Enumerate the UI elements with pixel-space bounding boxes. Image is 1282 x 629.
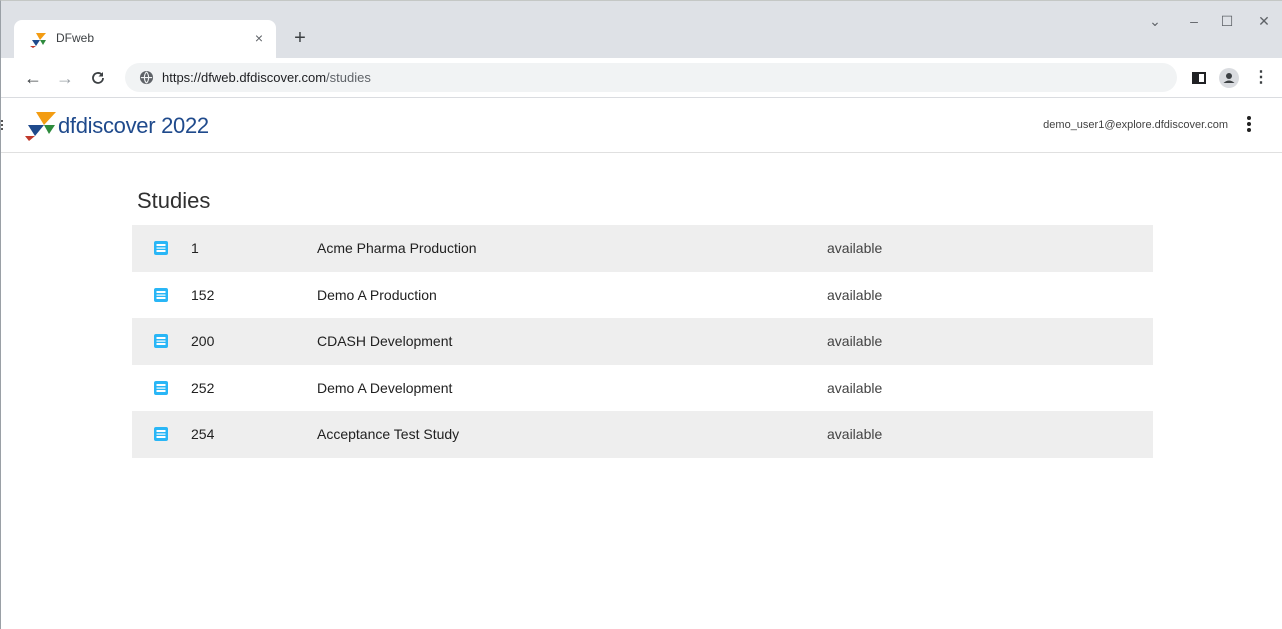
study-name: CDASH Development	[317, 333, 453, 350]
address-bar[interactable]: https://dfweb.dfdiscover.com/studies	[125, 63, 1177, 92]
study-status: available	[827, 426, 883, 443]
app-menu-icon[interactable]	[1244, 114, 1254, 136]
maximize-icon[interactable]: ☐	[1215, 9, 1239, 33]
new-tab-button[interactable]: +	[289, 27, 311, 49]
study-name: Acceptance Test Study	[317, 426, 460, 443]
app-header: dfdiscover 2022 demo_user1@explore.dfdis…	[1, 99, 1282, 153]
tab-search-icon[interactable]: ⌄	[1143, 9, 1167, 33]
minimize-icon[interactable]: –	[1182, 9, 1206, 33]
study-status: available	[827, 379, 883, 396]
study-id: 252	[191, 379, 215, 396]
tab-close-icon[interactable]: ×	[250, 29, 268, 47]
dfdiscover-favicon-icon	[30, 33, 46, 48]
study-row[interactable]: 152 Demo A Production available	[132, 271, 1153, 318]
browser-toolbar: ← → https://dfweb.dfdiscover.com/studies…	[1, 58, 1282, 98]
edge-handle-icon	[1, 118, 4, 134]
back-icon[interactable]: ←	[21, 66, 45, 90]
study-name: Demo A Production	[317, 286, 437, 303]
url-text: https://dfweb.dfdiscover.com/studies	[162, 70, 371, 85]
study-status: available	[827, 333, 883, 350]
site-info-icon[interactable]	[139, 70, 154, 85]
logo-mark-icon	[25, 112, 56, 141]
study-name: Acme Pharma Production	[317, 240, 477, 257]
browser-window: DFweb × + ⌄ – ☐ ✕ ← → https://dfweb.dfdi…	[0, 0, 1282, 629]
study-row[interactable]: 254 Acceptance Test Study available	[132, 411, 1153, 458]
study-id: 152	[191, 286, 215, 303]
profile-avatar-icon[interactable]	[1217, 66, 1241, 90]
close-window-icon[interactable]: ✕	[1252, 9, 1276, 33]
study-list-icon	[154, 380, 168, 395]
study-status: available	[827, 240, 883, 257]
tab-title: DFweb	[56, 31, 95, 45]
browser-menu-icon[interactable]: ⋮	[1249, 66, 1273, 90]
study-id: 1	[191, 240, 199, 257]
side-panel-icon[interactable]	[1187, 66, 1211, 90]
study-id: 254	[191, 426, 215, 443]
user-email[interactable]: demo_user1@explore.dfdiscover.com	[1043, 119, 1228, 131]
browser-tab[interactable]: DFweb ×	[14, 20, 276, 58]
study-list: 1 Acme Pharma Production available 152 D…	[132, 225, 1153, 458]
study-row[interactable]: 252 Demo A Development available	[132, 364, 1153, 411]
study-name: Demo A Development	[317, 379, 453, 396]
study-list-icon	[154, 241, 168, 256]
study-row[interactable]: 1 Acme Pharma Production available	[132, 225, 1153, 272]
study-list-icon	[154, 334, 168, 349]
study-row[interactable]: 200 CDASH Development available	[132, 318, 1153, 365]
study-list-icon	[154, 427, 168, 442]
study-status: available	[827, 286, 883, 303]
study-list-icon	[154, 287, 168, 302]
forward-icon[interactable]: →	[53, 66, 77, 90]
page-title: Studies	[137, 188, 211, 213]
logo-text: dfdiscover 2022	[58, 113, 209, 138]
study-id: 200	[191, 333, 215, 350]
tab-strip: DFweb × + ⌄ – ☐ ✕	[1, 1, 1282, 58]
dfdiscover-logo[interactable]: dfdiscover 2022	[24, 109, 209, 143]
reload-icon[interactable]	[86, 66, 110, 90]
